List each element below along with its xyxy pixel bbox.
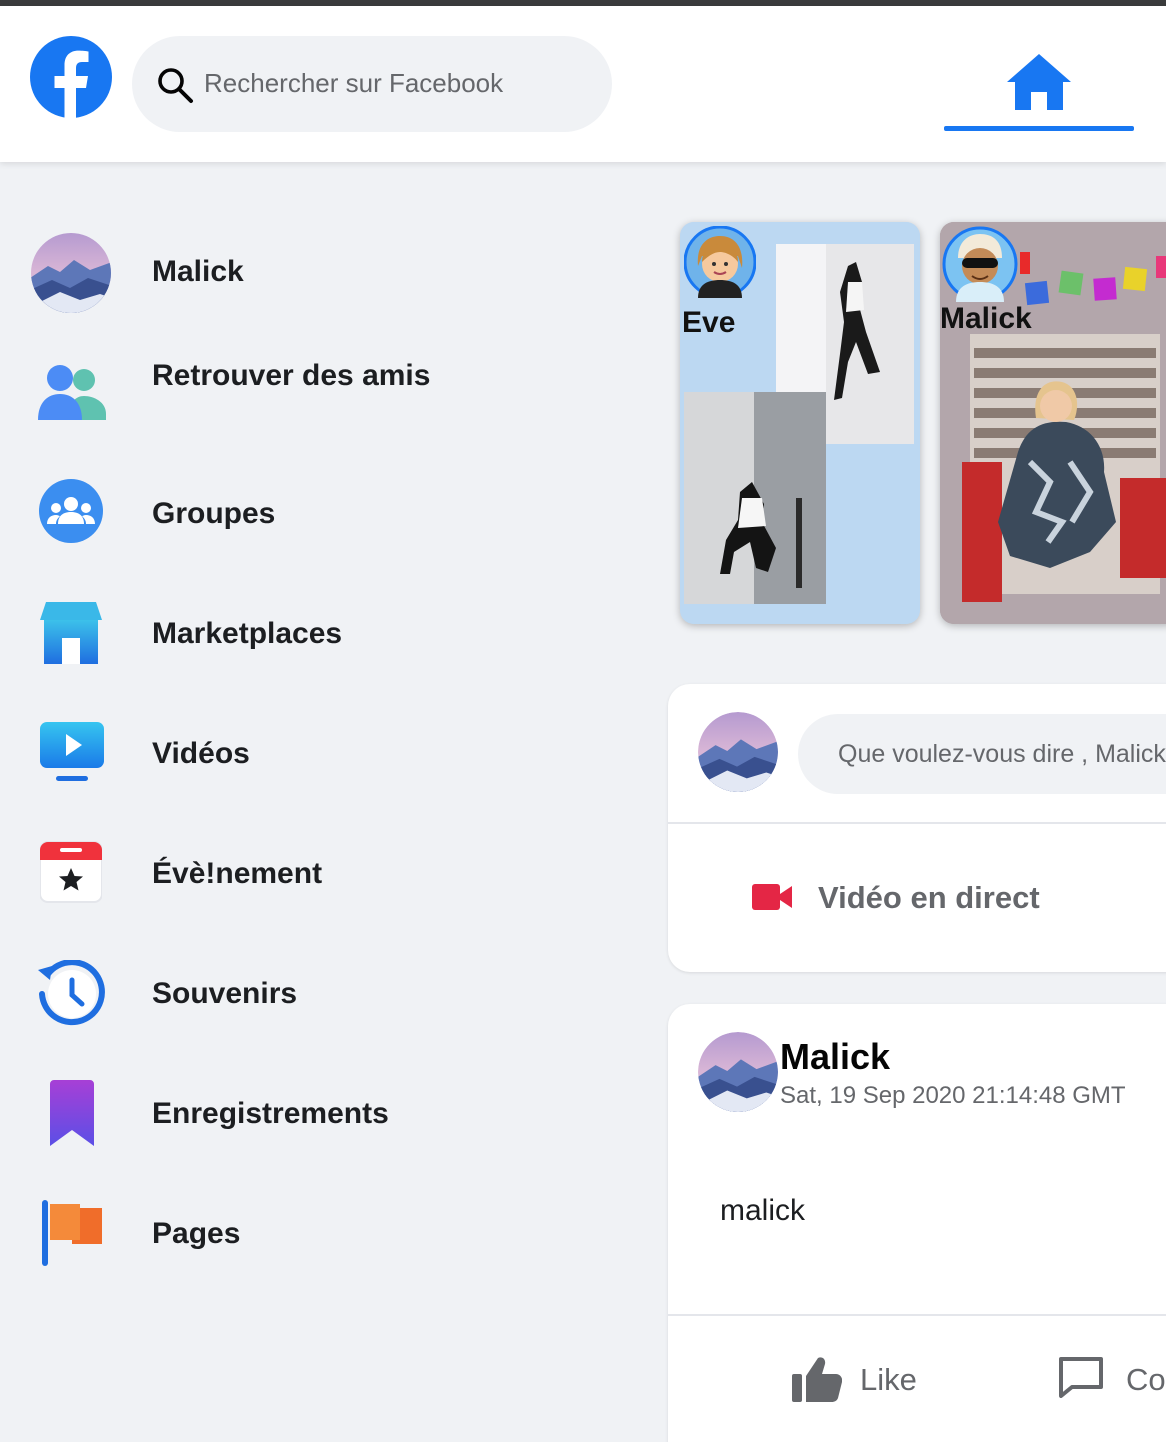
sidebar-item-saved[interactable]: Enregistrements [0,1064,640,1164]
search-icon [158,68,193,103]
divider [668,822,1166,824]
marketplace-icon [40,602,102,664]
sidebar-item-label: Malick [152,255,244,288]
bookmark-icon [50,1080,94,1146]
profile-avatar [31,233,111,313]
sidebar-item-label: Souvenirs [152,977,298,1010]
story-author-avatar [684,226,756,298]
post-composer-input[interactable]: Que voulez-vous dire , Malick ? [798,714,1166,794]
story-card-malick[interactable]: Malick [940,222,1166,624]
sidebar-item-label: Marketplaces [152,617,343,650]
sidebar-item-label: Évè!nement [152,857,323,890]
sidebar-item-memories[interactable]: Souvenirs [0,944,640,1044]
comment-button[interactable]: Co [1126,1362,1166,1398]
home-tab-active-indicator [944,126,1134,131]
like-button[interactable]: Like [860,1362,917,1398]
sidebar-item-events[interactable]: Évè!nement [0,824,640,924]
feed-post: Malick Sat, 19 Sep 2020 21:14:48 GMT mal… [668,1004,1166,1442]
flag-icon [42,1200,102,1266]
facebook-logo-icon[interactable] [30,36,112,118]
post-author-avatar[interactable] [698,1032,778,1112]
sidebar-item-groups[interactable]: Groupes [0,464,640,564]
top-navigation-bar: Rechercher sur Facebook [0,6,1166,162]
sidebar-item-friends[interactable]: Retrouver des amis [0,348,640,448]
sidebar-item-profile[interactable]: Malick [0,224,640,324]
thumbs-up-icon[interactable] [792,1356,842,1402]
story-sticker-letters [1020,252,1166,306]
story-author-name: Malick [940,302,1032,335]
post-composer: Que voulez-vous dire , Malick ? Vidéo en… [668,684,1166,972]
sidebar-item-videos[interactable]: Vidéos [0,704,640,804]
home-icon[interactable] [1005,50,1073,114]
search-bar[interactable]: Rechercher sur Facebook [132,36,612,132]
search-input-placeholder[interactable]: Rechercher sur Facebook [204,68,503,99]
sidebar-item-label: Retrouver des amis [152,359,431,392]
memories-icon [38,960,105,1026]
live-video-button[interactable]: Vidéo en direct [818,880,1040,916]
story-card-eve[interactable]: Eve [680,222,920,624]
video-icon [40,722,104,781]
friends-icon [38,365,106,420]
sidebar-item-pages[interactable]: Pages [0,1184,640,1284]
story-author-name: Eve [682,306,736,339]
post-timestamp: Sat, 19 Sep 2020 21:14:48 GMT [780,1082,1126,1109]
live-video-icon[interactable] [752,882,792,912]
calendar-icon [40,841,102,903]
sidebar-item-label: Vidéos [152,737,250,770]
divider [668,1314,1166,1316]
comment-icon[interactable] [1058,1356,1104,1398]
sidebar-item-label: Enregistrements [152,1097,389,1130]
user-avatar [698,712,778,792]
post-author-name[interactable]: Malick [780,1036,890,1078]
sidebar-item-label: Groupes [152,497,276,530]
post-text: malick [720,1194,806,1227]
sidebar-item-label: Pages [152,1217,241,1250]
story-author-avatar [942,226,1018,302]
groups-icon [39,479,103,543]
sidebar-item-marketplace[interactable]: Marketplaces [0,584,640,684]
